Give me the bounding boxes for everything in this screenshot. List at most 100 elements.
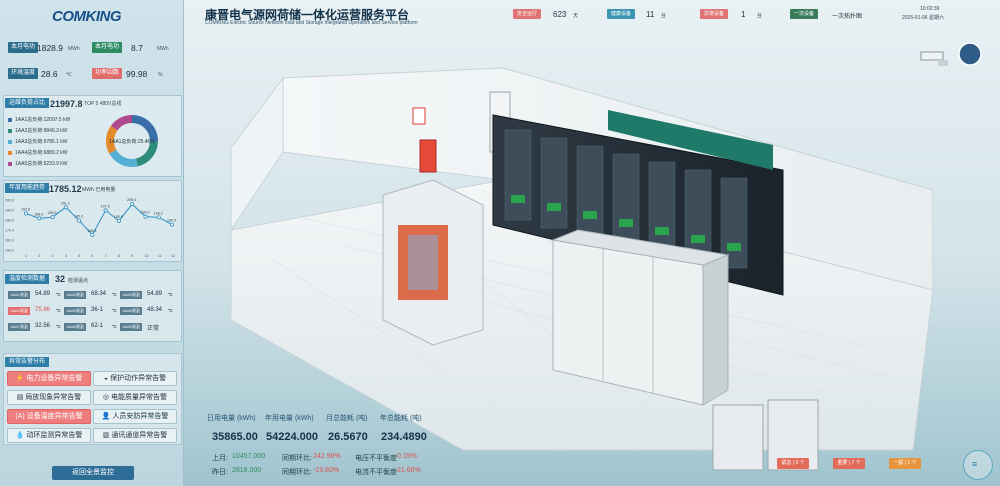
compass-icon xyxy=(958,42,982,66)
trend-data-label: 201.2 xyxy=(61,201,70,205)
page-subtitle: COMKING Electric Source Network load and… xyxy=(205,20,418,26)
alarm-button[interactable]: 👤 人员安防异常告警 xyxy=(93,409,177,424)
temp-value: 36-1 xyxy=(91,307,104,313)
trend-unit: MWh·已用电量 xyxy=(82,187,116,193)
monthly-consumption-value: 26.5670 xyxy=(328,431,368,443)
kpi-value-1: 1828.9 xyxy=(37,43,63,53)
load-legend-2: 1AA2总负荷:9846.3 kW xyxy=(8,127,68,134)
temp-tag: 1AA2测温 xyxy=(64,291,86,299)
alarm-level-pill[interactable]: 重要 | 7 个 xyxy=(833,458,865,469)
alarm-button[interactable]: ⚡ 电力设备异常告警 xyxy=(7,371,91,386)
trend-x-tick: 3 xyxy=(52,254,54,258)
daily-energy-label: 日用电量 (kWh) xyxy=(207,415,256,422)
trend-x-tick: 1 xyxy=(25,254,27,258)
trend-x-tick: 11 xyxy=(158,254,162,258)
alarm-label: (A) 设备温度异常告警 xyxy=(15,413,83,420)
temp-value: 68.34 xyxy=(91,291,107,297)
temp-unit: ℃ xyxy=(112,292,117,297)
temp-value: 62-1 xyxy=(91,323,104,329)
trend-x-tick: 5 xyxy=(78,254,80,258)
alarm-icon: ▤ xyxy=(16,394,24,401)
return-overview-button[interactable]: 返回全景监控 xyxy=(52,466,134,480)
alarm-button[interactable]: (A) 设备温度异常告警 xyxy=(7,409,91,424)
load-legend-4: 1AA4总负荷:6889.2 kW xyxy=(8,149,68,156)
trend-y-tick: 200.0 xyxy=(5,199,14,203)
alarm-label: 电力设备异常告警 xyxy=(26,375,83,382)
trend-line-chart: 200.0 190.0 180.0 170.0 160.0 150.0 193.8 1 188.… xyxy=(5,198,176,258)
monthly-consumption-label: 月总能耗 (吨) xyxy=(326,415,368,422)
alarm-icon: ⚡ xyxy=(15,375,25,382)
trend-data-label: 180.5 xyxy=(167,219,176,223)
alarm-button[interactable]: 💧 动环监测异常告警 xyxy=(7,428,91,443)
alarm-icon: ◒ xyxy=(103,375,109,382)
trend-title: 年度用能趋势 xyxy=(5,183,50,193)
trend-data-label: 168.3 xyxy=(87,229,96,233)
comparison-c: 同期环比: xyxy=(282,469,312,476)
trend-data-label: 197.5 xyxy=(101,204,110,208)
alarm-level-pill[interactable]: 一般 | 1 个 xyxy=(889,458,921,469)
camera-icon xyxy=(920,51,948,66)
trend-data-label: 193.8 xyxy=(21,208,30,212)
trend-y-tick: 190.0 xyxy=(5,209,14,213)
alarm-button[interactable]: ▥ 通讯通道异常告警 xyxy=(93,428,177,443)
temp-tag: 1AA1测温 xyxy=(8,291,30,299)
temp-tag: 1AA9测温 xyxy=(120,323,142,331)
trend-x-tick: 9 xyxy=(131,254,133,258)
comparison-b: 10457.000 xyxy=(232,453,266,460)
trend-point xyxy=(77,218,82,223)
temp-title: 温度检测数据 xyxy=(5,274,50,284)
alarm-title: 异常告警分布 xyxy=(5,357,50,367)
daily-energy-value: 35865.00 xyxy=(212,431,258,443)
alarm-button[interactable]: ◒ 保护动作异常告警 xyxy=(93,371,177,386)
comparison-a: 昨日: xyxy=(212,469,228,476)
alarm-icon: ▥ xyxy=(102,432,110,439)
temp-unit: ℃ xyxy=(56,324,61,329)
trend-x-tick: 6 xyxy=(91,254,93,258)
header-stat-tag: 一次设备 xyxy=(790,9,819,19)
header-stat-value: 623 xyxy=(553,10,567,19)
yearly-consumption-value: 234.4890 xyxy=(381,431,427,443)
alarm-label: 电能质量异常告警 xyxy=(111,394,168,401)
temp-unit: ℃ xyxy=(56,292,61,297)
company-logo: COMKING xyxy=(52,8,122,25)
trend-point xyxy=(156,215,161,220)
temp-tag: 1AA3测温 xyxy=(120,291,142,299)
kpi-unit-2: MWh xyxy=(157,46,169,52)
alarm-label: 局放现象异常告警 xyxy=(25,394,82,401)
comparison-b: 2818.000 xyxy=(232,467,262,474)
kpi-value-2: 8.7 xyxy=(131,43,143,53)
trend-y-tick: 160.0 xyxy=(5,239,14,243)
alarm-level-label: 重要 | 7 个 xyxy=(837,460,861,466)
temp-tag: 1AA7测温 xyxy=(8,323,30,331)
kpi-tag-1: 本月电功 xyxy=(8,42,39,53)
temp-value: 75.86 xyxy=(35,307,51,313)
trend-point xyxy=(23,211,28,216)
header-stat-value: 一次拓扑图 xyxy=(832,14,863,20)
menu-fab-button[interactable] xyxy=(963,450,993,480)
alarm-button[interactable]: ◎ 电能质量异常告警 xyxy=(93,390,177,405)
kpi-value-4: 99.98 xyxy=(126,69,148,79)
temp-value: 正常 xyxy=(147,326,160,332)
alarm-icon: 💧 xyxy=(15,432,25,439)
alarm-button[interactable]: ▤ 局放现象异常告警 xyxy=(7,390,91,405)
comparison-c: 同期环比: xyxy=(282,455,312,462)
header-stat-unit: 台 xyxy=(661,13,667,19)
alarm-level-pill[interactable]: 紧急 | 0 个 xyxy=(777,458,809,469)
temp-tag: 1AA5测温 xyxy=(64,307,86,315)
left-wall xyxy=(230,76,284,232)
temp-tag: 1AA6测温 xyxy=(120,307,142,315)
temp-value: 54.89 xyxy=(35,291,51,297)
comparison-e: 电流不平衡度 xyxy=(355,469,397,476)
clock-time: 10:02:39 xyxy=(920,6,940,12)
trend-point xyxy=(116,218,121,223)
yearly-energy-label: 年用电量 (kWh) xyxy=(265,415,314,422)
trend-data-label: 185.3 xyxy=(74,215,83,219)
load-value: 21997.8 xyxy=(50,99,83,109)
kpi-tag-2: 本月电功 xyxy=(92,42,123,53)
trend-data-label: 188.0 xyxy=(34,212,43,216)
alarm-label: 通讯通道异常告警 xyxy=(111,432,168,439)
comparison-d: -23.80% xyxy=(313,467,340,474)
alarm-label: 动环监测异常告警 xyxy=(26,432,83,439)
trend-y-tick: 180.0 xyxy=(5,219,14,223)
temp-unit: ℃ xyxy=(168,308,173,313)
